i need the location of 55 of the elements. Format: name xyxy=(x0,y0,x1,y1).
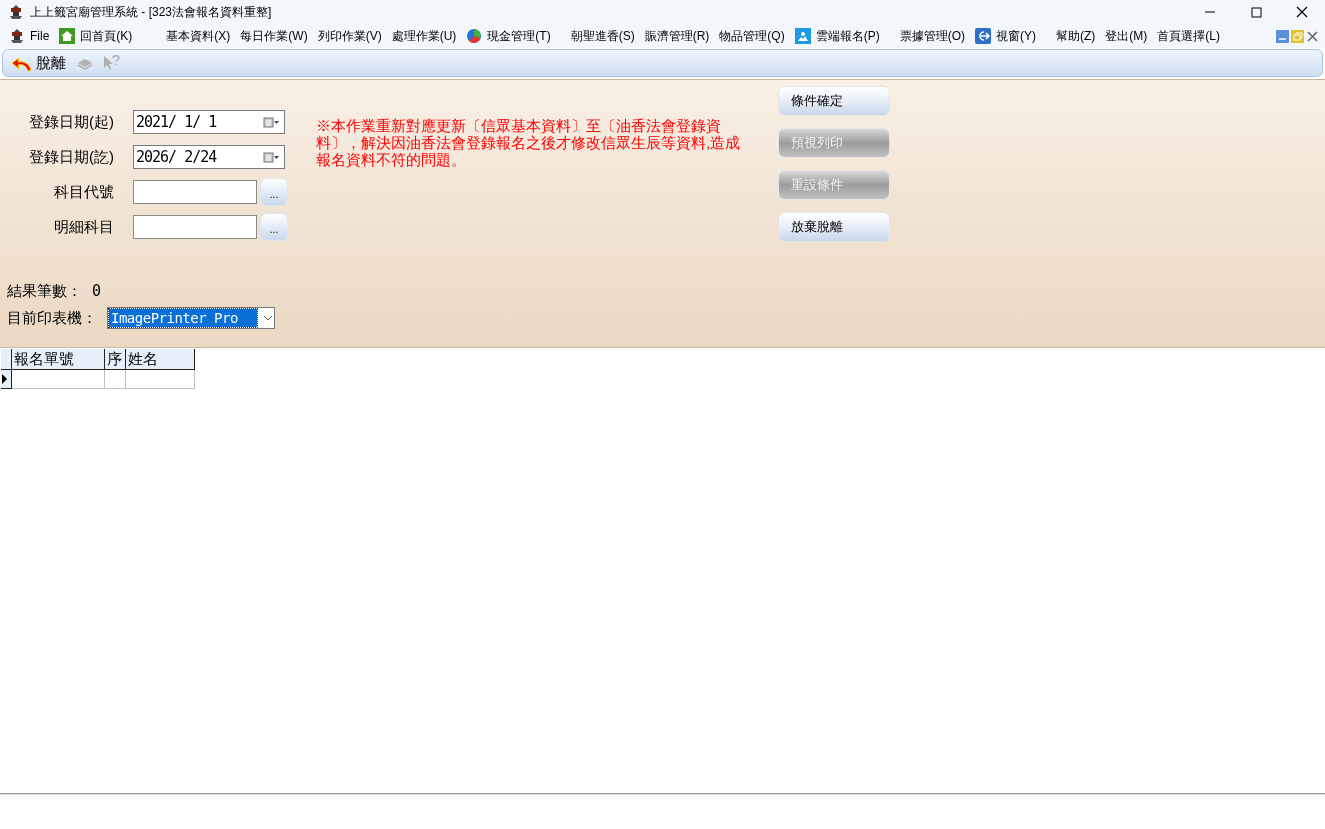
result-count: 0 xyxy=(92,281,102,302)
field-label: 登錄日期(訖) xyxy=(28,146,115,167)
table-cell xyxy=(126,370,195,389)
notice-text: ※本作業重新對應更新〔信眾基本資料〕至〔油香法會登錄資料〕，解決因油香法會登錄報名之後才修改信眾生辰等資料,造成報名資料不符的問題。 xyxy=(316,117,742,168)
input-field[interactable] xyxy=(133,215,257,239)
action-button[interactable]: 放棄脫離 xyxy=(778,212,890,242)
menu-item[interactable]: 回首頁(K) xyxy=(80,27,133,45)
maximize-icon xyxy=(1250,6,1262,18)
date-field[interactable]: 2021/ 1/ 1 xyxy=(133,110,285,134)
column-header[interactable]: 序 xyxy=(105,349,126,370)
menu-item[interactable]: 處理作業(U) xyxy=(391,27,457,45)
home-icon xyxy=(59,28,76,44)
menu-item[interactable]: 列印作業(V) xyxy=(317,27,382,45)
menu-item[interactable]: 賑濟管理(R) xyxy=(644,27,710,45)
field-label: 明細科目 xyxy=(53,216,115,237)
menu-item[interactable]: 物品管理(Q) xyxy=(719,27,785,45)
window-title: 上上籤宮廟管理系統 - [323法會報名資料重整] xyxy=(30,4,272,21)
action-button[interactable]: 條件確定 xyxy=(778,86,890,116)
printer-label: 目前印表機： xyxy=(7,307,98,328)
result-count-label: 結果筆數： xyxy=(7,281,82,301)
minimize-icon[interactable] xyxy=(1276,29,1289,43)
field-label: 登錄日期(起) xyxy=(28,111,115,132)
row-header[interactable] xyxy=(1,370,12,389)
chevron-down-icon xyxy=(263,314,273,321)
column-header[interactable]: 報名單號 xyxy=(12,349,105,370)
app-icon xyxy=(9,28,25,44)
browse-button[interactable]: ... xyxy=(260,178,288,206)
menu-item[interactable]: 現金管理(T) xyxy=(487,27,551,45)
menu-item[interactable]: 首頁選擇(L) xyxy=(1157,27,1220,45)
corner-header xyxy=(1,349,12,370)
exit-button[interactable]: 脫離 xyxy=(9,51,68,75)
input-field[interactable] xyxy=(133,180,257,204)
menu-item[interactable]: 視窗(Y) xyxy=(996,27,1036,45)
pie-chart-icon xyxy=(466,28,483,44)
field-label: 科目代號 xyxy=(53,181,115,202)
menu-item[interactable]: 票據管理(O) xyxy=(899,27,965,45)
app-icon xyxy=(8,4,24,20)
close-icon[interactable] xyxy=(1306,29,1319,43)
menu-item[interactable]: File xyxy=(30,27,50,45)
calendar-dropdown-icon xyxy=(263,115,279,129)
menu-item[interactable]: 雲端報名(P) xyxy=(815,27,880,45)
calendar-dropdown-icon xyxy=(263,150,279,164)
browse-button[interactable]: ... xyxy=(260,213,288,241)
menu-item[interactable]: 登出(M) xyxy=(1105,27,1148,45)
date-field[interactable]: 2026/ 2/24 xyxy=(133,145,285,169)
menu-item[interactable]: 幫助(Z) xyxy=(1056,27,1096,45)
back-arrow-icon xyxy=(11,54,32,72)
menu-item[interactable]: 每日作業(W) xyxy=(240,27,308,45)
menu-item[interactable]: 朝聖進香(S) xyxy=(570,27,635,45)
table-cell xyxy=(105,370,126,389)
column-header[interactable]: 姓名 xyxy=(126,349,195,370)
menu-item[interactable]: 基本資料(X) xyxy=(166,27,231,45)
printer-dropdown[interactable]: ImagePrinter Pro xyxy=(107,306,275,329)
close-icon xyxy=(1296,6,1308,18)
image-icon xyxy=(794,28,811,44)
